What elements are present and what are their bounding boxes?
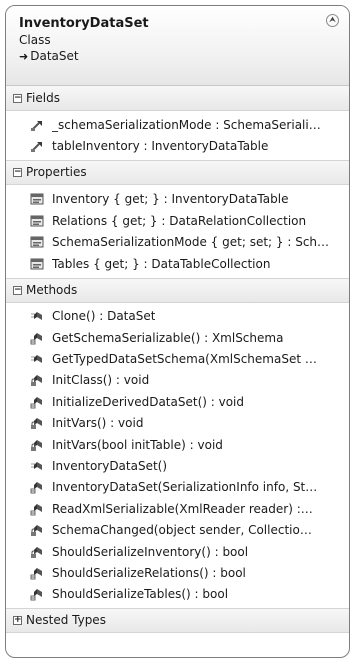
section-label: Fields [26, 90, 60, 105]
methods-member-row[interactable]: GetTypedDataSetSchema(XmlSchemaSet … [6, 348, 349, 369]
collapse-toggle-icon[interactable]: − [13, 285, 22, 295]
properties-member-row[interactable]: Relations { get; } : DataRelationCollect… [6, 210, 349, 232]
member-label: Inventory { get; } : InventoryDataTable [52, 191, 289, 206]
property-icon [30, 235, 44, 249]
protected-method-icon [30, 566, 44, 580]
properties-member-row[interactable]: SchemaSerializationMode { get; set; } : … [6, 231, 349, 253]
methods-member-row[interactable]: Clone() : DataSet [6, 306, 349, 327]
properties-list: Inventory { get; } : InventoryDataTable R… [6, 185, 349, 277]
fields-member-row[interactable]: _schemaSerializationMode : SchemaSeriali… [6, 114, 349, 136]
member-label: ReadXmlSerializable(XmlReader reader) :… [52, 501, 313, 516]
property-icon [30, 192, 44, 206]
base-class: ➜ DataSet [19, 48, 349, 65]
member-label: Relations { get; } : DataRelationCollect… [52, 213, 307, 228]
section-header-fields[interactable]: − Fields [6, 86, 349, 111]
section-label: Nested Types [26, 613, 106, 628]
protected-method-icon [30, 395, 44, 409]
property-icon [30, 257, 44, 271]
methods-member-row[interactable]: InitVars(bool initTable) : void [6, 434, 349, 455]
member-label: InitVars(bool initTable) : void [52, 437, 223, 452]
field-icon [30, 118, 44, 132]
member-label: Clone() : DataSet [52, 309, 156, 324]
property-icon [30, 214, 44, 228]
member-label: InitializeDerivedDataSet() : void [52, 394, 244, 409]
properties-member-row[interactable]: Inventory { get; } : InventoryDataTable [6, 188, 349, 210]
protected-method-icon [30, 331, 44, 345]
member-label: InventoryDataSet() [52, 458, 168, 473]
methods-member-row[interactable]: InventoryDataSet() [6, 455, 349, 476]
private-method-icon [30, 523, 44, 537]
section-header-nested-types[interactable]: + Nested Types [6, 608, 349, 634]
collapse-toggle-icon[interactable]: − [13, 93, 22, 103]
methods-member-row[interactable]: ShouldSerializeInventory() : bool [6, 541, 349, 562]
field-icon [30, 139, 44, 153]
member-label: SchemaSerializationMode { get; set; } : … [52, 235, 330, 250]
methods-member-row[interactable]: ReadXmlSerializable(XmlReader reader) :… [6, 498, 349, 519]
section-label: Methods [26, 282, 78, 297]
member-label: GetTypedDataSetSchema(XmlSchemaSet … [52, 352, 317, 367]
section-header-properties[interactable]: − Properties [6, 160, 349, 186]
fields-list: _schemaSerializationMode : SchemaSeriali… [6, 111, 349, 160]
methods-member-row[interactable]: InventoryDataSet(SerializationInfo info,… [6, 477, 349, 498]
class-header[interactable]: InventoryDataSet Class ➜ DataSet ⮝ [6, 6, 349, 86]
class-kind: Class [19, 33, 51, 47]
member-label: _schemaSerializationMode : SchemaSeriali… [52, 117, 321, 132]
member-label: Tables { get; } : DataTableCollection [52, 256, 271, 271]
private-method-icon [30, 416, 44, 430]
methods-member-row[interactable]: InitializeDerivedDataSet() : void [6, 391, 349, 412]
methods-member-row[interactable]: InitVars() : void [6, 413, 349, 434]
member-label: InitVars() : void [52, 416, 144, 431]
methods-member-row[interactable]: ShouldSerializeRelations() : bool [6, 562, 349, 583]
inheritance-arrow-icon: ➜ [19, 50, 29, 63]
methods-member-row[interactable]: ShouldSerializeTables() : bool [6, 584, 349, 605]
protected-method-icon [30, 480, 44, 494]
private-method-icon [30, 438, 44, 452]
public-method-icon [30, 459, 44, 473]
private-method-icon [30, 545, 44, 559]
base-class-name: DataSet [30, 49, 79, 63]
member-label: ShouldSerializeInventory() : bool [52, 544, 249, 559]
section-label: Properties [26, 165, 87, 180]
collapse-toggle-icon[interactable]: − [13, 168, 22, 178]
section-header-methods[interactable]: − Methods [6, 277, 349, 303]
member-label: InitClass() : void [52, 373, 150, 388]
methods-member-row[interactable]: InitClass() : void [6, 370, 349, 391]
methods-member-row[interactable]: GetSchemaSerializable() : XmlSchema [6, 327, 349, 348]
expand-toggle-icon[interactable]: + [13, 616, 22, 626]
private-method-icon [30, 373, 44, 387]
public-method-icon [30, 352, 44, 366]
class-name: InventoryDataSet [19, 16, 149, 31]
properties-member-row[interactable]: Tables { get; } : DataTableCollection [6, 253, 349, 275]
collapse-shape-button[interactable]: ⮝ [326, 14, 339, 27]
public-method-icon [30, 309, 44, 323]
protected-method-icon [30, 502, 44, 516]
member-label: ShouldSerializeRelations() : bool [52, 565, 246, 580]
protected-method-icon [30, 587, 44, 601]
member-label: GetSchemaSerializable() : XmlSchema [52, 330, 284, 345]
member-label: ShouldSerializeTables() : bool [52, 587, 229, 602]
methods-member-row[interactable]: SchemaChanged(object sender, Collectio… [6, 519, 349, 540]
member-label: SchemaChanged(object sender, Collectio… [52, 523, 312, 538]
methods-list: Clone() : DataSet GetSchemaSerializable()… [6, 303, 349, 608]
member-label: InventoryDataSet(SerializationInfo info,… [52, 480, 318, 495]
member-label: tableInventory : InventoryDataTable [52, 139, 269, 154]
class-shape[interactable]: InventoryDataSet Class ➜ DataSet ⮝ − Fiel… [5, 5, 350, 658]
fields-member-row[interactable]: tableInventory : InventoryDataTable [6, 136, 349, 158]
